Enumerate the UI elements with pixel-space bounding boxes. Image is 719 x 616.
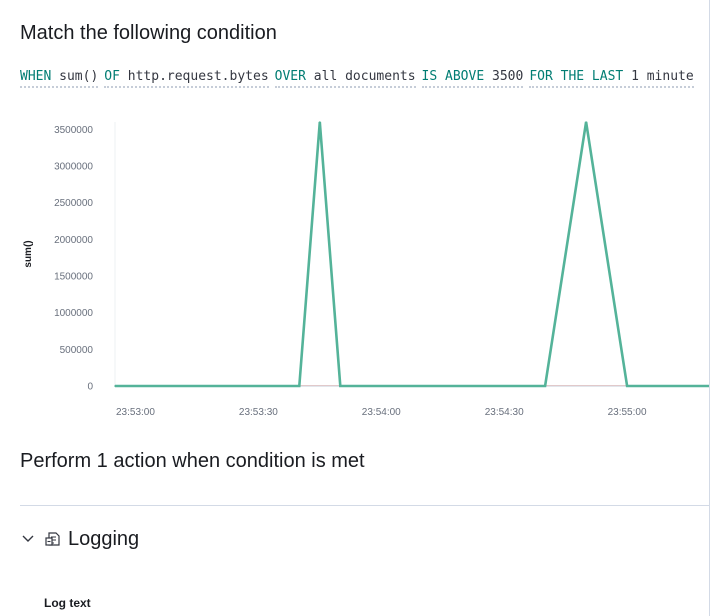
y-tick-label: 2500000 <box>54 198 93 209</box>
data-point <box>626 385 628 387</box>
x-tick-label: 23:54:00 <box>362 407 401 418</box>
expression-time-window-keyword: FOR THE LAST <box>529 69 624 84</box>
y-tick-label: 2000000 <box>54 235 93 246</box>
expression-over-keyword: OVER <box>274 69 306 84</box>
expression-over[interactable]: OVER all documents <box>274 69 416 88</box>
data-point <box>319 121 321 123</box>
expression-time-window[interactable]: FOR THE LAST 1 minute <box>529 69 694 88</box>
y-tick-label: 3500000 <box>54 125 93 136</box>
expression-over-value: all documents <box>313 69 416 84</box>
condition-section-title: Match the following condition <box>20 22 277 44</box>
y-tick-label: 1000000 <box>54 308 93 319</box>
expression-threshold[interactable]: IS ABOVE 3500 <box>421 69 524 88</box>
chevron-down-icon[interactable] <box>20 531 36 547</box>
x-tick-label: 23:55:00 <box>608 407 647 418</box>
section-divider <box>20 505 709 506</box>
y-axis-title: sum() <box>23 240 34 267</box>
actions-section-title: Perform 1 action when condition is met <box>20 450 365 472</box>
chart-svg: 0 500000 1000000 1500000 2000000 2500000 30000… <box>23 121 719 418</box>
expression-when-keyword: WHEN <box>20 69 52 84</box>
data-point <box>544 385 546 387</box>
panel-border <box>709 0 710 616</box>
condition-expression: WHEN sum() OF http.request.bytes OVER all … <box>20 69 709 93</box>
y-tick-label: 1500000 <box>54 272 93 283</box>
expression-time-window-value: 1 minute <box>631 69 694 84</box>
logging-icon <box>44 530 62 548</box>
y-tick-label: 0 <box>87 382 93 393</box>
expression-of[interactable]: OF http.request.bytes <box>104 69 269 88</box>
expression-threshold-value: 3500 <box>492 69 524 84</box>
x-tick-label: 23:53:30 <box>239 407 278 418</box>
action-accordion-toggle[interactable]: Logging <box>20 525 139 553</box>
expression-of-keyword: OF <box>104 69 120 84</box>
data-point <box>339 385 342 387</box>
x-tick-label: 23:53:00 <box>116 407 155 418</box>
data-point <box>298 385 301 387</box>
expression-of-value: http.request.bytes <box>127 69 269 84</box>
expression-when[interactable]: WHEN sum() <box>20 69 99 88</box>
log-text-label: Log text <box>44 596 91 610</box>
threshold-chart: 0 500000 1000000 1500000 2000000 2500000 30000… <box>0 105 719 425</box>
expression-threshold-keyword: IS ABOVE <box>421 69 485 84</box>
series-line <box>115 121 719 388</box>
y-tick-label: 3000000 <box>54 162 93 173</box>
data-point <box>585 121 587 123</box>
data-point <box>114 385 116 387</box>
x-tick-label: 23:54:30 <box>485 407 524 418</box>
action-name: Logging <box>68 527 140 550</box>
expression-when-value: sum() <box>59 69 99 84</box>
y-tick-label: 500000 <box>60 345 94 356</box>
